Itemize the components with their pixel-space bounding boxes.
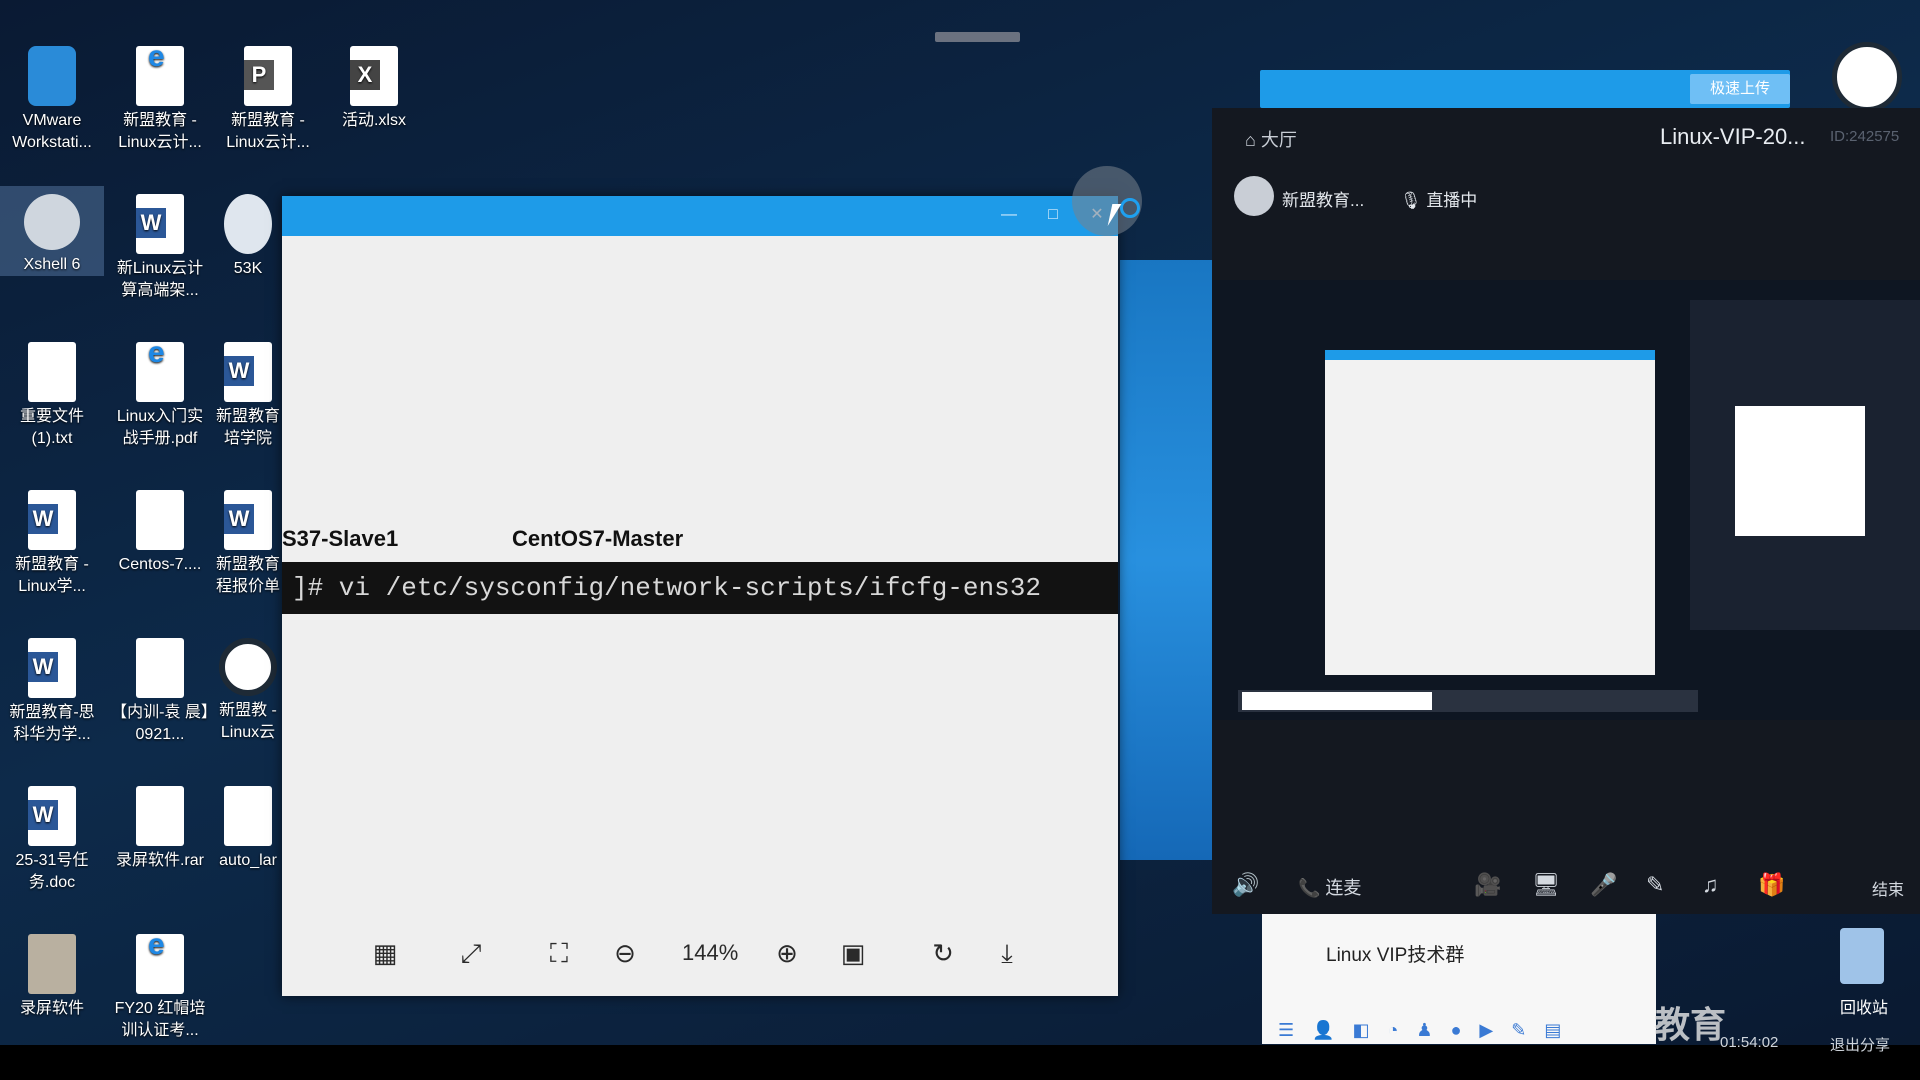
word-icon [224, 490, 272, 550]
tab-slave: S37-Slave1 [282, 526, 399, 551]
upload-button[interactable]: 极速上传 [1690, 74, 1790, 104]
desktop-icon-rar[interactable]: 录屏软件.rar [108, 778, 212, 872]
actual-size-icon[interactable]: ▣ [836, 936, 870, 970]
zoom-level: 144% [682, 940, 739, 965]
xshell-icon [24, 194, 80, 250]
brand-logo-icon [219, 638, 277, 696]
live-room-id: ID:242575 [1830, 128, 1900, 145]
cursor-ring-icon [1120, 198, 1140, 218]
chat-group-title: Linux VIP技术群 [1326, 945, 1465, 966]
avatar [1234, 176, 1274, 216]
host-name: 新盟教育... [1282, 191, 1365, 210]
desktop-icon-word[interactable]: 新盟教育 程报价单 [216, 482, 280, 598]
exit-share-button[interactable]: 退出分享 [1830, 1034, 1890, 1055]
vmware-icon [28, 46, 76, 106]
desktop-icon-txt[interactable]: 重要文件 (1).txt [0, 334, 104, 450]
download-icon[interactable]: ⤓ [990, 936, 1024, 970]
music-icon[interactable]: ♫ [1702, 872, 1719, 898]
fit-window-icon[interactable]: ⤢ [454, 936, 488, 970]
desktop-icon-word[interactable]: 新Linux云计 算高端架... [108, 186, 212, 302]
file-icon [136, 490, 184, 550]
recycle-bin-label: 回收站 [1840, 1000, 1889, 1017]
desktop-icon-word[interactable]: 新盟教育 -Linux学... [0, 482, 104, 598]
minimize-button[interactable]: — [998, 204, 1020, 226]
file-icon [136, 786, 184, 846]
pdf-icon [136, 934, 184, 994]
word-icon [28, 786, 76, 846]
desktop-icon-recorder[interactable]: 录屏软件 [0, 926, 104, 1020]
text-file-icon [28, 342, 76, 402]
desktop-icon-auto[interactable]: auto_lar [216, 778, 280, 872]
desktop-icon-53k[interactable]: 53K [216, 186, 280, 280]
word-icon [136, 194, 184, 254]
edit-icon[interactable]: ✎ [1646, 872, 1664, 898]
desktop-icon-logo[interactable]: 新盟教 -Linux云 [216, 630, 280, 744]
camera-icon[interactable]: 🎥 [1474, 872, 1501, 898]
terminal-command: ]# vi /etc/sysconfig/network-scripts/ifc… [282, 562, 1118, 614]
zoom-in-icon[interactable]: ⊕ [770, 936, 804, 970]
status-badge: 🎙 直播中 [1400, 191, 1478, 210]
desktop-icon-archive[interactable]: 【内训-袁 晨】0921... [108, 630, 212, 746]
chat-toolbar: ☰👤◧◔♟●▶✎▤ [1278, 1020, 1580, 1040]
desktop-icon-ppt[interactable]: 新盟教育 -Linux云计... [216, 38, 320, 154]
viewer-toolbar: ▦ ⤢ ⛶ ⊖ 144% ⊕ ▣ ↻ ⤓ [282, 926, 1118, 976]
live-controls: 🔊 📞 连麦 🎥 🖥 🎤 ✎ ♫ 🎁 结束 [1212, 862, 1920, 908]
bottom-strip [0, 1045, 1920, 1080]
end-button[interactable]: 结束 [1872, 876, 1904, 900]
desktop-icon-vmware[interactable]: VMware Workstati... [0, 38, 104, 154]
pdf-icon [136, 342, 184, 402]
screen-share-icon[interactable]: 🖥 [1532, 872, 1560, 898]
viewer-titlebar[interactable]: — □ ✕ [282, 196, 1118, 236]
elapsed-time: 01:54:02 [1720, 1034, 1779, 1051]
desktop-icon-xshell[interactable]: Xshell 6 [0, 186, 104, 276]
desktop-icon-word[interactable]: 新盟教育-思 科华为学... [0, 630, 104, 746]
desktop-icon-pdf[interactable]: 新盟教育 -Linux云计... [108, 38, 212, 154]
tab-master: CentOS7-Master [512, 526, 684, 551]
zoom-out-icon[interactable]: ⊖ [608, 936, 642, 970]
desktop-icon-word[interactable]: 新盟教育 培学院 [216, 334, 280, 450]
live-room-title: Linux-VIP-20... [1660, 124, 1806, 149]
excel-icon [350, 46, 398, 106]
chat-icon [224, 194, 272, 254]
archive-icon [136, 638, 184, 698]
word-icon [28, 490, 76, 550]
speaker-icon[interactable]: 🔊 [1232, 872, 1259, 898]
rotate-icon[interactable]: ↻ [926, 936, 960, 970]
desktop-icon-centos[interactable]: Centos-7.... [108, 482, 212, 576]
desktop-icon-pdf[interactable]: Linux入门实 战手册.pdf [108, 334, 212, 450]
brand-logo-icon [1832, 42, 1902, 112]
stream-preview-search [1242, 692, 1432, 710]
desktop-icon-pdf[interactable]: FY20 红帽培 训认证考... [108, 926, 212, 1042]
breadcrumb[interactable]: ⌂ 大厅 [1245, 126, 1297, 152]
watermark: 教育 [1654, 1004, 1727, 1045]
recorder-icon [28, 934, 76, 994]
stream-preview-nested-window [1735, 406, 1865, 536]
desktop-icon-doc[interactable]: 25-31号任 务.doc [0, 778, 104, 894]
connect-button[interactable]: 📞 连麦 [1298, 874, 1361, 900]
stream-preview-window [1325, 350, 1655, 675]
image-viewer-window: — □ ✕ S37-Slave1 CentOS7-Master ]# vi /e… [282, 196, 1118, 996]
word-icon [224, 342, 272, 402]
screenshot-tabs: S37-Slave1 CentOS7-Master [282, 526, 1118, 554]
ppt-icon [244, 46, 292, 106]
fullscreen-icon[interactable]: ⛶ [542, 936, 576, 970]
thumbnails-icon[interactable]: ▦ [368, 936, 402, 970]
file-icon [224, 786, 272, 846]
gift-icon[interactable]: 🎁 [1758, 872, 1785, 898]
word-icon [28, 638, 76, 698]
desktop-icon-xlsx[interactable]: 活动.xlsx [322, 38, 426, 132]
recycle-bin-icon[interactable] [1840, 928, 1884, 984]
microphone-icon[interactable]: 🎤 [1590, 872, 1617, 898]
maximize-button[interactable]: □ [1042, 204, 1064, 226]
top-drag-handle[interactable] [935, 32, 1020, 42]
pdf-icon [136, 46, 184, 106]
